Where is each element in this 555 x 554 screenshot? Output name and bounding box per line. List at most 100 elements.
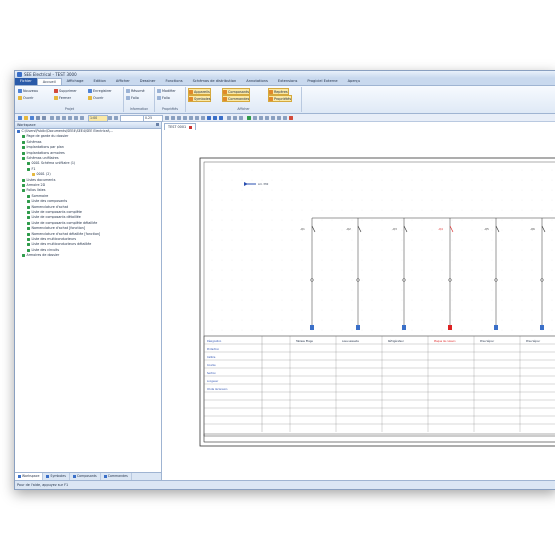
select-icon[interactable] (171, 115, 175, 120)
tree-item[interactable]: Liste de composants détaillée (27, 215, 81, 220)
ribbon-commandes-toggle[interactable]: Commandes (222, 95, 251, 102)
tree-item[interactable]: Implantations armoires (22, 151, 65, 156)
arc-icon[interactable] (195, 115, 199, 120)
menu-fichier[interactable]: Fichier (15, 78, 37, 85)
ribbon-ouvrir2-button[interactable]: Ouvrir (88, 95, 104, 100)
zoom-select[interactable]: 1:00 (88, 115, 108, 122)
menu-accueil[interactable]: Accueil (36, 78, 62, 85)
ribbon-reperes-toggle[interactable]: Repères (268, 88, 289, 95)
pin-icon[interactable] (156, 123, 159, 126)
snap-icon[interactable] (265, 115, 269, 120)
copy-icon[interactable] (56, 115, 60, 120)
tree-item[interactable]: Schémas unifilaires (22, 156, 59, 161)
ribbon-nouveau-button[interactable]: Nouveau (18, 88, 38, 93)
tree-item[interactable]: Page de garde du dossier (22, 134, 68, 139)
delete-icon[interactable] (289, 115, 293, 120)
ribbon-symboles-toggle[interactable]: Symboles (188, 95, 212, 102)
refresh-icon[interactable] (283, 115, 287, 120)
tab-composants[interactable]: Composants (70, 473, 101, 480)
line-type-select[interactable] (120, 115, 144, 122)
tab-workspace[interactable]: Workspace (15, 473, 44, 480)
color-icon[interactable] (108, 115, 112, 120)
new-icon[interactable] (18, 115, 22, 120)
tree-item[interactable]: Liste de composants complète détaillée (27, 221, 97, 226)
measure-icon[interactable] (253, 115, 257, 120)
ribbon-info-folio-button[interactable]: Folio (126, 95, 139, 100)
tree-item[interactable]: F1 (27, 167, 36, 172)
line-style-icon[interactable] (114, 115, 118, 120)
find-icon[interactable] (277, 115, 281, 120)
tree-item[interactable]: Nomenclature d'achat (27, 205, 68, 210)
ribbon-appareils-toggle[interactable]: Appareils (188, 88, 211, 95)
redo-icon[interactable] (74, 115, 78, 120)
menu-affichage[interactable]: Affichage (62, 78, 89, 85)
open-icon[interactable] (24, 115, 28, 120)
ribbon-proprietes-toggle[interactable]: Propriétés (268, 95, 293, 102)
menu-progiciel-externe[interactable]: Progiciel Externe (302, 78, 342, 85)
layer-icon[interactable] (271, 115, 275, 120)
text-icon[interactable] (165, 115, 169, 120)
menu-extensions[interactable]: Extensions (273, 78, 303, 85)
schematic-drawing[interactable]: Arr. 330 -Q1 -Q2 -Q3 -Q4 -Q5 -Q6 Désignation Pro… (162, 130, 555, 472)
preview-icon[interactable] (42, 115, 46, 120)
line-width-select[interactable]: 0.25 (143, 115, 163, 122)
tab-commandes[interactable]: Commandes (101, 473, 132, 480)
menu-apercu[interactable]: Aperçu (343, 78, 366, 85)
cut-icon[interactable] (50, 115, 54, 120)
align-icon[interactable] (227, 115, 231, 120)
undo-icon[interactable] (68, 115, 72, 120)
close-tab-icon[interactable] (189, 125, 193, 129)
print-icon[interactable] (36, 115, 40, 120)
tree-item[interactable]: Schémas (22, 140, 41, 145)
tree-item[interactable]: Liste des composants (27, 199, 67, 204)
grid-dot (381, 239, 383, 241)
tree-item[interactable]: 0001 Schéma unifilaire (1) (27, 161, 75, 166)
tree-item[interactable]: Listes documents (22, 178, 55, 183)
tree-item[interactable]: Nomenclature d'achat détaillée [fonction… (27, 232, 100, 237)
ribbon-modifier-button[interactable]: Modifier (157, 88, 176, 93)
ribbon-supprimer-button[interactable]: Supprimer (54, 88, 77, 93)
zoom-icon[interactable] (80, 115, 84, 120)
tab-symboles[interactable]: Symboles (43, 473, 70, 480)
grid-dot (421, 229, 423, 231)
wire-icon[interactable] (207, 115, 211, 120)
ribbon-prop-folio-button[interactable]: Folio (157, 95, 170, 100)
circle-icon[interactable] (189, 115, 193, 120)
ribbon-resume-button[interactable]: Résumé (126, 88, 145, 93)
line-icon[interactable] (177, 115, 181, 120)
grid-dot (521, 329, 523, 331)
ribbon-ouvrir-button[interactable]: Ouvrir (18, 95, 34, 100)
bus-icon[interactable] (213, 115, 217, 120)
tree-item[interactable]: Armoires de dossier (22, 253, 59, 258)
tree-item[interactable]: 0001 (2) (32, 172, 51, 177)
polyline-icon[interactable] (201, 115, 205, 120)
menu-fonctions[interactable]: Fonctions (161, 78, 188, 85)
ribbon-enregistrer-button[interactable]: Enregistrer (88, 88, 112, 93)
tree-item[interactable]: Sommaire (27, 194, 48, 199)
menu-annotations[interactable]: Annotations (241, 78, 273, 85)
tree-item[interactable]: Folios listes (22, 188, 46, 193)
ribbon-fermer-button[interactable]: Fermer (54, 95, 71, 100)
tree-item[interactable]: Liste des circuits (27, 248, 59, 253)
menu-schemas-distribution[interactable]: Schémas de distribution (188, 78, 242, 85)
tree-item[interactable]: Liste des multiconducteurs (27, 237, 76, 242)
tree-item[interactable]: C:\Users\Public\Documents\SEE4\SEE4\SEE … (17, 129, 113, 134)
tree-item[interactable]: Implantations par plan (22, 145, 64, 150)
ribbon-composants-toggle[interactable]: Composants (222, 88, 251, 95)
rect-icon[interactable] (183, 115, 187, 120)
tree-item[interactable]: Liste des multiconducteurs détaillée (27, 242, 91, 247)
paste-icon[interactable] (62, 115, 66, 120)
menu-edition[interactable]: Edition (88, 78, 110, 85)
save-icon[interactable] (30, 115, 34, 120)
mirror-icon[interactable] (233, 115, 237, 120)
check-icon[interactable] (247, 115, 251, 120)
menu-afficher[interactable]: Afficher (111, 78, 135, 85)
drawing-canvas[interactable]: Arr. 330 -Q1 -Q2 -Q3 -Q4 -Q5 -Q6 Désignation Pro… (162, 130, 555, 480)
rotate-icon[interactable] (239, 115, 243, 120)
connect-icon[interactable] (219, 115, 223, 120)
grid-icon[interactable] (259, 115, 263, 120)
tree-item[interactable]: Armoire 2D (22, 183, 45, 188)
tree-item[interactable]: Nomenclature d'achat [fonction] (27, 226, 85, 231)
tree-item[interactable]: Liste de composants complète (27, 210, 82, 215)
menu-dessiner[interactable]: Dessiner (135, 78, 161, 85)
